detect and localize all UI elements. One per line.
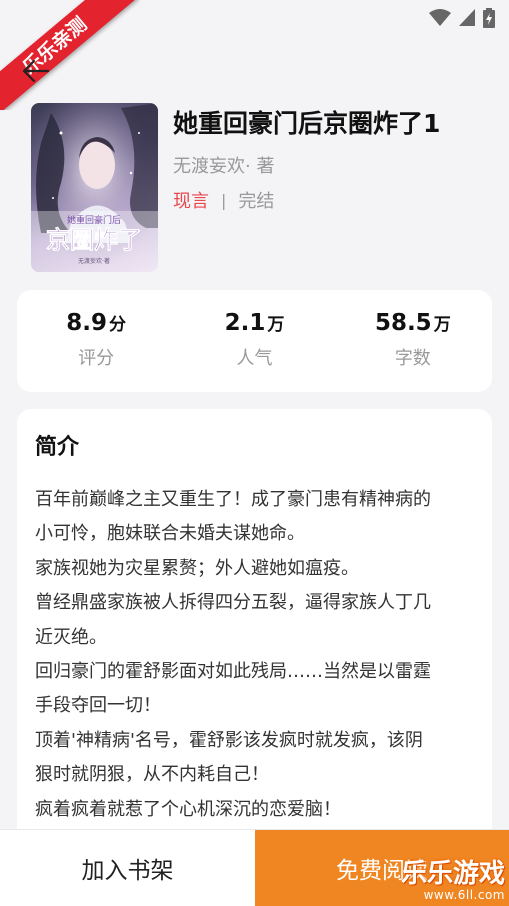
status-icons	[429, 8, 495, 28]
intro-line: 小可怜，胞妹联合未婚夫谋她命。	[35, 523, 305, 545]
stat-unit: 分	[109, 315, 127, 335]
stat-unit: 万	[433, 315, 451, 335]
stat-label: 字数	[394, 348, 431, 369]
intro-line: 回归豪门的霍舒影面对如此残局……当然是以雷霆	[35, 661, 431, 683]
intro-line: 手段夺回一切！	[35, 695, 161, 717]
stat-unit: 万	[267, 315, 285, 335]
intro-body: 百年前巅峰之主又重生了！成了豪门患有精神病的 小可怜，胞妹联合未婚夫谋她命。 家…	[35, 483, 474, 827]
stat-value: 8.9	[66, 310, 108, 336]
stat-word-count: 58.5 万 字数	[334, 290, 492, 392]
intro-line: 百年前巅峰之主又重生了！成了豪门患有精神病的	[35, 489, 431, 510]
tag-separator: |	[221, 190, 227, 210]
stats-card: 8.9 分 评分 2.1 万 人气 58.5 万 字数	[17, 290, 492, 392]
intro-line: 顶着'神精病'名号，霍舒影该发疯时就发疯，该阴	[35, 729, 423, 751]
book-cover[interactable]: 她重回豪门后 京圈炸了 无渡妄欢·著	[31, 103, 158, 272]
intro-line: 疯着疯着就惹了个心机深沉的恋爱脑！	[35, 798, 341, 820]
watermark-text: 乐乐游戏	[400, 859, 505, 889]
intro-line: 曾经鼎盛家族被人拆得四分五裂，逼得家族人丁几	[35, 592, 431, 614]
wifi-icon	[429, 9, 451, 26]
stat-value: 2.1	[224, 310, 266, 336]
back-button[interactable]	[18, 56, 52, 86]
stat-label: 人气	[236, 348, 273, 369]
battery-icon	[483, 8, 495, 28]
bottom-action-bar: 加入书架 免费阅读 乐乐游戏 www.6ll.com	[0, 829, 509, 906]
read-free-button[interactable]: 免费阅读 乐乐游戏 www.6ll.com	[255, 830, 509, 906]
intro-line: 家族视她为灾星累赘；外人避她如瘟疫。	[35, 557, 359, 579]
stat-popularity: 2.1 万 人气	[175, 290, 333, 392]
book-title: 她重回豪门后京圈炸了1	[173, 109, 441, 138]
genre-tag[interactable]: 现言	[173, 187, 209, 213]
watermark-url: www.6ll.com	[423, 888, 505, 902]
intro-card: 简介 百年前巅峰之主又重生了！成了豪门患有精神病的 小可怜，胞妹联合未婚夫谋她命…	[17, 409, 492, 849]
status-tag: 完结	[238, 191, 275, 212]
intro-line: 近灭绝。	[35, 626, 107, 648]
add-to-shelf-button[interactable]: 加入书架	[0, 830, 255, 906]
ribbon-label: 乐乐亲测	[0, 0, 139, 110]
back-arrow-icon	[22, 59, 50, 83]
cover-illustration: 她重回豪门后 京圈炸了 无渡妄欢·著	[31, 103, 158, 272]
test-ribbon: 乐乐亲测	[0, 0, 140, 110]
intro-heading: 简介	[35, 435, 80, 460]
watermark: 乐乐游戏 www.6ll.com	[401, 860, 505, 902]
cover-title: 京圈炸了	[46, 225, 142, 254]
stat-rating: 8.9 分 评分	[17, 290, 175, 392]
stat-value: 58.5	[374, 310, 432, 336]
intro-line: 狠时就阴狠，从不内耗自己！	[35, 764, 269, 786]
book-author[interactable]: 无渡妄欢· 著	[173, 152, 274, 178]
stat-label: 评分	[78, 348, 115, 369]
cover-author: 无渡妄欢·著	[78, 257, 110, 265]
book-tags: 现言 | 完结	[173, 187, 274, 213]
signal-icon	[459, 9, 475, 26]
